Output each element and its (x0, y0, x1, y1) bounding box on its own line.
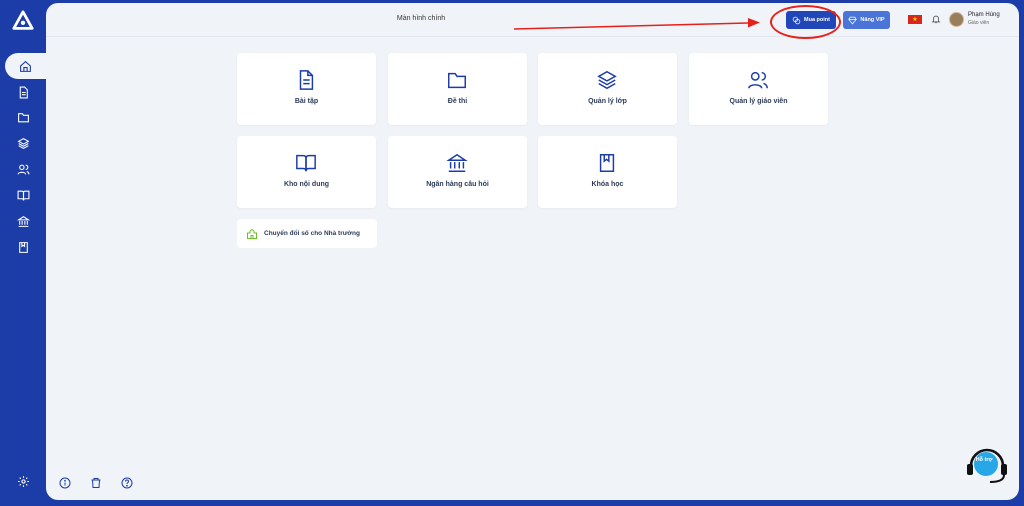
school-icon (247, 228, 257, 239)
avatar[interactable] (949, 12, 964, 27)
sidebar-item-question-bank[interactable] (0, 208, 46, 234)
card-manage-teachers[interactable]: Quản lý giáo viên (689, 53, 828, 125)
layers-icon (17, 137, 29, 149)
support-label: Hỗ trợ (975, 457, 993, 463)
folder-icon (17, 112, 29, 122)
card-label: Quản lý giáo viên (729, 98, 788, 105)
card-label: Quản lý lớp (588, 98, 627, 105)
main-panel: Màn hình chính Mua point Nâng VIP ★ Phạm… (46, 3, 1019, 500)
sidebar (0, 0, 46, 506)
annotation-ellipse (770, 5, 841, 39)
user-name[interactable]: Phạm Hùng (968, 12, 1000, 18)
sidebar-item-classes[interactable] (0, 130, 46, 156)
book-open-icon (296, 154, 316, 172)
document-icon (19, 86, 28, 98)
page-title: Màn hình chính (396, 15, 446, 22)
card-label: Kho nội dung (283, 181, 330, 188)
bell-icon[interactable] (931, 14, 941, 24)
home-icon (20, 60, 31, 72)
vietnam-flag-icon[interactable]: ★ (908, 15, 922, 24)
users-icon (17, 164, 29, 175)
book-icon (18, 241, 28, 253)
card-manage-classes[interactable]: Quản lý lớp (538, 53, 677, 125)
card-courses[interactable]: Khóa học (538, 136, 677, 208)
folder-icon (448, 72, 466, 89)
sidebar-item-home[interactable] (5, 53, 46, 79)
card-label: Bài tập (294, 98, 319, 105)
card-label: Đề thi (447, 98, 468, 105)
book-icon (599, 154, 615, 172)
card-question-bank[interactable]: Ngân hàng câu hỏi (388, 136, 527, 208)
bank-icon (16, 215, 30, 227)
settings-button[interactable] (0, 468, 46, 494)
user-role: Giáo viên (968, 20, 990, 26)
sidebar-item-exercises[interactable] (0, 79, 46, 105)
gear-icon (17, 475, 29, 487)
support-headset-icon[interactable] (966, 444, 1008, 484)
document-icon (299, 70, 314, 90)
layers-icon (597, 70, 617, 90)
upgrade-vip-label: Nâng VIP (860, 17, 885, 23)
card-label: Khóa học (591, 181, 624, 188)
upgrade-vip-button[interactable]: Nâng VIP (843, 11, 890, 29)
sidebar-item-courses[interactable] (0, 234, 46, 260)
book-open-icon (17, 190, 29, 200)
card-exams[interactable]: Đề thi (388, 53, 527, 125)
digital-transformation-label: Chuyển đổi số cho Nhà trường (264, 230, 360, 237)
info-icon[interactable] (59, 477, 71, 489)
sidebar-item-teachers[interactable] (0, 156, 46, 182)
help-icon[interactable] (121, 477, 133, 489)
diamond-icon (848, 16, 858, 24)
card-label: Ngân hàng câu hỏi (426, 181, 489, 188)
users-icon (748, 71, 768, 89)
trash-icon[interactable] (90, 477, 102, 489)
card-exercises[interactable]: Bài tập (237, 53, 376, 125)
bank-icon (446, 153, 468, 172)
card-content-library[interactable]: Kho nội dung (237, 136, 376, 208)
sidebar-item-exams[interactable] (0, 104, 46, 130)
sidebar-item-content[interactable] (0, 182, 46, 208)
top-bar: Màn hình chính Mua point Nâng VIP ★ Phạm… (46, 3, 1019, 37)
logo-icon[interactable] (12, 10, 34, 32)
digital-transformation-card[interactable]: Chuyển đổi số cho Nhà trường (237, 219, 377, 248)
